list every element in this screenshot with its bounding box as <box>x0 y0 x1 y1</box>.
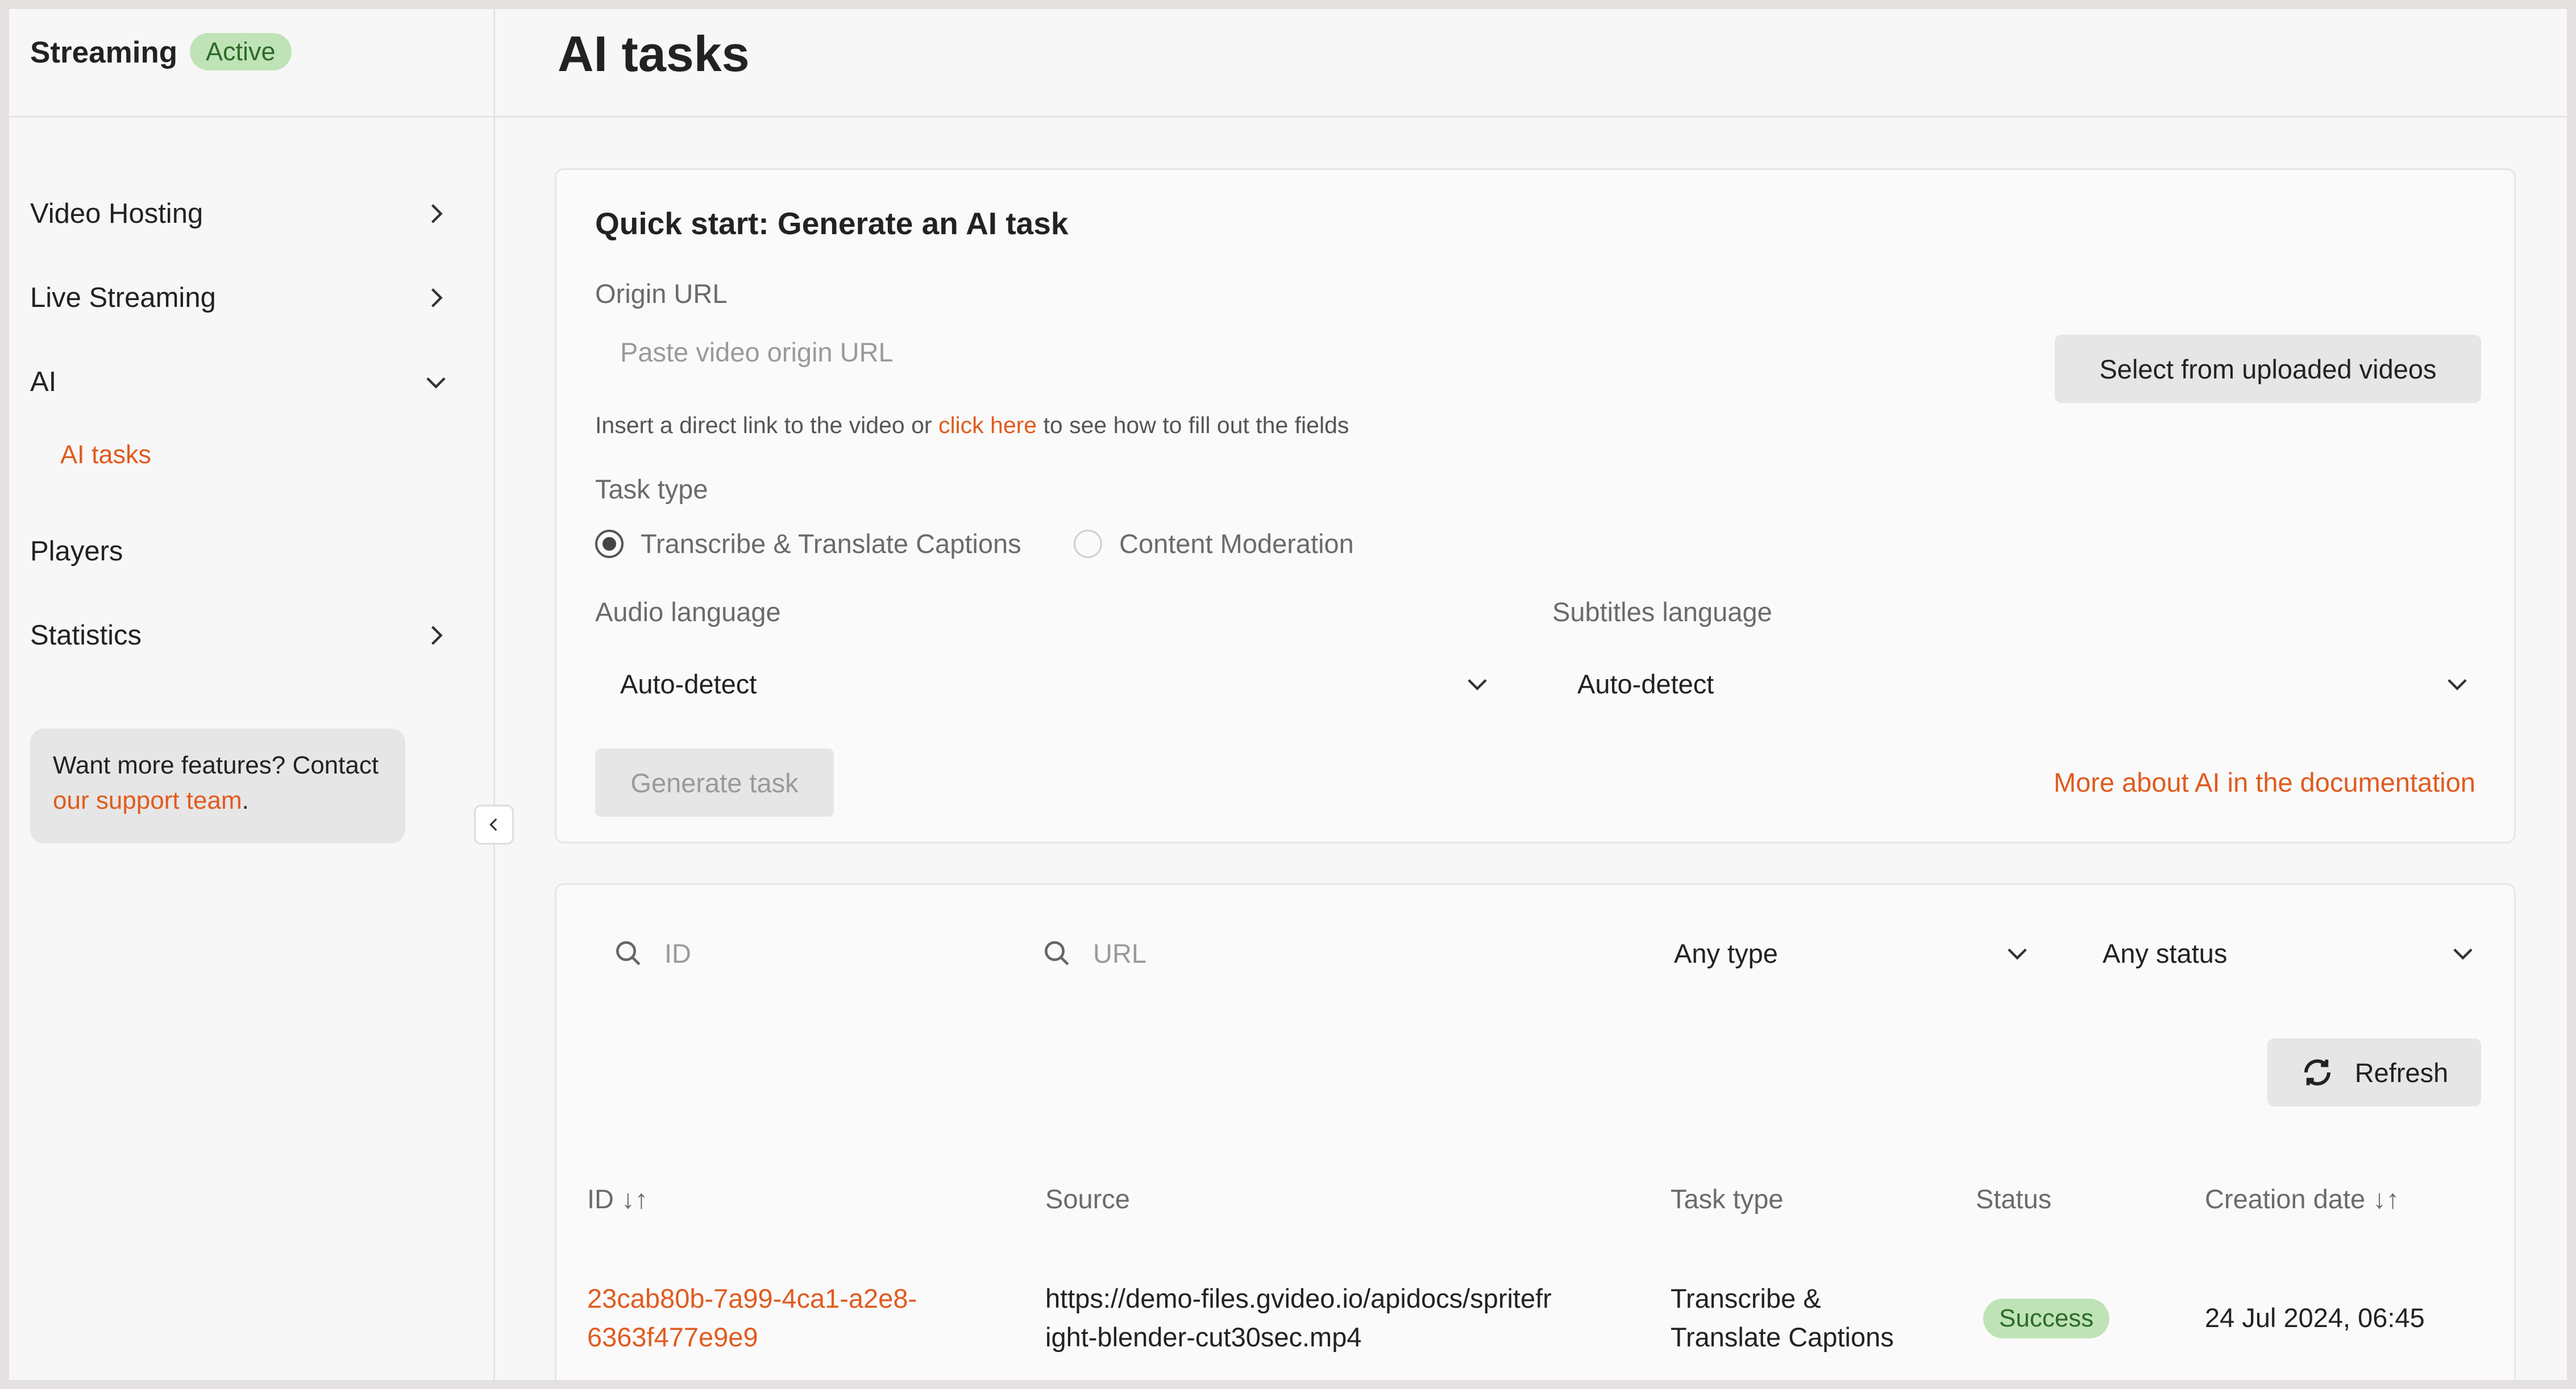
status-badge: Active <box>190 33 292 70</box>
select-value: Any status <box>2103 938 2228 968</box>
task-id-line: 6363f477e9e9 <box>587 1322 758 1352</box>
url-search-input[interactable]: URL <box>1041 919 1609 987</box>
refresh-icon <box>2304 1059 2330 1086</box>
source-line: ight-blender-cut30sec.mp4 <box>1045 1322 1362 1352</box>
chevron-left-icon <box>489 818 497 831</box>
task-id-line: 23cab80b-7a99-4ca1-a2e8- <box>587 1283 917 1313</box>
audio-language-select[interactable]: Auto-detect <box>595 650 1499 718</box>
chevron-right-icon <box>431 288 443 307</box>
sidebar-item-label: Players <box>30 536 123 567</box>
select-uploaded-videos-button[interactable]: Select from uploaded videos <box>2055 335 2481 403</box>
documentation-link[interactable]: More about AI in the documentation <box>2054 767 2475 798</box>
subtitles-language-select[interactable]: Auto-detect <box>1552 650 2479 718</box>
support-link[interactable]: our support team <box>53 787 242 814</box>
promo-text: Want more features? Contact <box>53 751 379 779</box>
search-icon <box>616 941 641 966</box>
hint-link[interactable]: click here <box>938 412 1037 438</box>
refresh-label: Refresh <box>2354 1057 2449 1088</box>
radio-content-moderation[interactable]: Content Moderation <box>1074 528 1354 559</box>
sidebar-item-ai[interactable]: AI <box>30 348 451 416</box>
task-id-link[interactable]: 23cab80b-7a99-4ca1-a2e8- 6363f477e9e9 <box>587 1279 917 1357</box>
source-line: https://demo-files.gvideo.io/apidocs/spr… <box>1045 1283 1552 1313</box>
sidebar: Streaming Active Video Hosting Live Stre… <box>9 9 495 1380</box>
promo-suffix: . <box>242 787 249 814</box>
promo-box: Want more features? Contact our support … <box>30 729 405 843</box>
quick-start-title: Quick start: Generate an AI task <box>595 206 1069 241</box>
type-filter-select[interactable]: Any type <box>1674 919 2032 987</box>
radio-unselected-icon <box>1074 529 1102 558</box>
status-filter-select[interactable]: Any status <box>2103 919 2478 987</box>
chevron-right-icon <box>431 626 443 645</box>
task-status-badge: Success <box>1983 1299 2110 1338</box>
task-type-line: Transcribe & <box>1671 1283 1821 1313</box>
chevron-down-icon <box>1468 679 1487 691</box>
origin-url-input[interactable] <box>595 318 2016 386</box>
page-title: AI tasks <box>558 26 750 82</box>
hint-text: to see how to fill out the fields <box>1043 412 1349 438</box>
task-type-cell: Transcribe & Translate Captions <box>1671 1279 1894 1357</box>
chevron-down-icon <box>426 377 446 389</box>
quick-start-card: Quick start: Generate an AI task Origin … <box>555 168 2516 843</box>
sidebar-item-label: Video Hosting <box>30 198 203 229</box>
chevron-right-icon <box>431 204 443 223</box>
column-header-source: Source <box>1045 1184 1130 1214</box>
chevron-down-icon <box>2008 948 2027 960</box>
audio-language-label: Audio language <box>595 597 781 627</box>
id-search-input[interactable]: ID <box>612 919 976 987</box>
tasks-table-card: ID URL Any type Any status Refresh ID ↓↑… <box>555 883 2516 1380</box>
radio-transcribe[interactable]: Transcribe & Translate Captions <box>595 528 1021 559</box>
task-source: https://demo-files.gvideo.io/apidocs/spr… <box>1045 1279 1552 1357</box>
generate-task-button[interactable]: Generate task <box>595 748 834 817</box>
chevron-down-icon <box>2453 948 2473 960</box>
sidebar-item-ai-tasks[interactable]: AI tasks <box>60 440 151 469</box>
radio-selected-icon <box>595 529 624 558</box>
refresh-button[interactable]: Refresh <box>2267 1038 2481 1107</box>
task-type-line: Translate Captions <box>1671 1322 1894 1352</box>
sidebar-item-statistics[interactable]: Statistics <box>30 601 451 669</box>
sidebar-item-players[interactable]: Players <box>30 517 451 585</box>
top-bar: AI tasks <box>495 9 2567 118</box>
subtitles-language-label: Subtitles language <box>1552 597 1772 627</box>
search-placeholder: ID <box>664 938 691 968</box>
select-value: Any type <box>1674 938 1778 968</box>
app-brand: Streaming <box>30 36 178 69</box>
column-header-task-type: Task type <box>1671 1184 1784 1214</box>
select-value: Auto-detect <box>620 668 757 699</box>
sidebar-item-video-hosting[interactable]: Video Hosting <box>30 180 451 248</box>
task-creation-date: 24 Jul 2024, 06:45 <box>2205 1303 2425 1333</box>
select-value: Auto-detect <box>1577 668 1714 699</box>
radio-label: Content Moderation <box>1119 529 1354 559</box>
radio-label: Transcribe & Translate Captions <box>641 529 1021 559</box>
sidebar-header: Streaming Active <box>9 9 493 118</box>
task-type-label: Task type <box>595 474 708 504</box>
sidebar-item-label: Live Streaming <box>30 282 216 313</box>
app-window: Streaming Active Video Hosting Live Stre… <box>9 9 2567 1380</box>
search-icon <box>1045 941 1069 966</box>
collapse-sidebar-button[interactable] <box>474 805 514 845</box>
origin-url-label: Origin URL <box>595 278 728 309</box>
origin-url-hint: Insert a direct link to the video or cli… <box>595 412 1349 439</box>
column-header-status: Status <box>1976 1184 2052 1214</box>
chevron-down-icon <box>2448 679 2467 691</box>
column-header-creation-date[interactable]: Creation date ↓↑ <box>2205 1183 2399 1215</box>
sidebar-item-label: Statistics <box>30 620 142 651</box>
sidebar-item-label: AI <box>30 367 57 397</box>
sidebar-item-live-streaming[interactable]: Live Streaming <box>30 264 451 332</box>
hint-text: Insert a direct link to the video or <box>595 412 932 438</box>
column-header-id[interactable]: ID ↓↑ <box>587 1183 648 1215</box>
search-placeholder: URL <box>1093 938 1147 968</box>
